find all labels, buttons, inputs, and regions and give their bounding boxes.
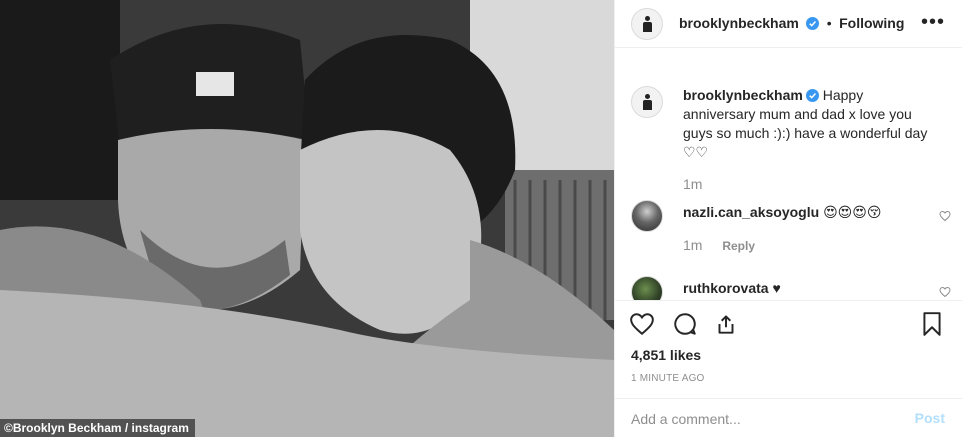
share-icon[interactable]: [713, 311, 739, 337]
comment-item: nazli.can_aksoyoglu 😍😍😍😚 1m Reply: [631, 200, 951, 260]
comment-text: 😍😍😍😚: [823, 204, 882, 220]
photo-credit: ©Brooklyn Beckham / instagram: [0, 419, 195, 437]
like-comment-heart-icon[interactable]: [939, 210, 951, 222]
like-comment-heart-icon[interactable]: [939, 286, 951, 298]
verified-badge-icon: [806, 17, 820, 30]
post-timestamp: 1 MINUTE AGO: [631, 373, 705, 384]
comment-input[interactable]: [631, 411, 891, 427]
comment-text: ♥: [772, 280, 781, 296]
comment-body: nazli.can_aksoyoglu 😍😍😍😚: [683, 203, 933, 222]
comment-time: 1m: [683, 237, 703, 253]
post-header: brooklynbeckham • Following •••: [615, 0, 962, 48]
reply-button[interactable]: Reply: [722, 239, 755, 253]
following-button[interactable]: Following: [839, 15, 904, 31]
caption-body: brooklynbeckham Happy anniversary mum an…: [683, 86, 933, 162]
caption-avatar[interactable]: [631, 86, 663, 118]
comment-body: ruthkorovata ♥: [683, 279, 933, 298]
post-caption: brooklynbeckham Happy anniversary mum an…: [631, 86, 951, 192]
more-horizontal-icon[interactable]: •••: [921, 12, 945, 32]
caption-username[interactable]: brooklynbeckham: [683, 87, 803, 103]
photo-illustration: [0, 0, 614, 437]
add-comment-row: Post: [615, 398, 962, 437]
bookmark-icon[interactable]: [919, 311, 945, 337]
post-button[interactable]: Post: [915, 410, 945, 426]
commenter-avatar[interactable]: [631, 200, 663, 232]
post-side-panel: brooklynbeckham • Following ••• brooklyn…: [614, 0, 962, 437]
comment-meta: 1m Reply: [683, 236, 755, 256]
author-line: brooklynbeckham • Following: [679, 15, 904, 33]
comment-username[interactable]: nazli.can_aksoyoglu: [683, 204, 819, 220]
caption-time: 1m: [683, 176, 703, 192]
commenter-avatar[interactable]: [631, 276, 663, 300]
comment-item: ruthkorovata ♥: [631, 276, 951, 300]
comment-username[interactable]: ruthkorovata: [683, 280, 769, 296]
heart-icon[interactable]: [629, 311, 655, 337]
comment-icon[interactable]: [672, 311, 698, 337]
author-avatar[interactable]: [631, 8, 663, 40]
verified-badge-icon: [805, 89, 819, 102]
separator-dot: •: [826, 15, 832, 31]
likes-count[interactable]: 4,851 likes: [631, 347, 701, 363]
post-actions: 4,851 likes 1 MINUTE AGO Post: [615, 300, 962, 437]
post-photo[interactable]: ©Brooklyn Beckham / instagram: [0, 0, 614, 437]
author-username[interactable]: brooklynbeckham: [679, 15, 799, 31]
